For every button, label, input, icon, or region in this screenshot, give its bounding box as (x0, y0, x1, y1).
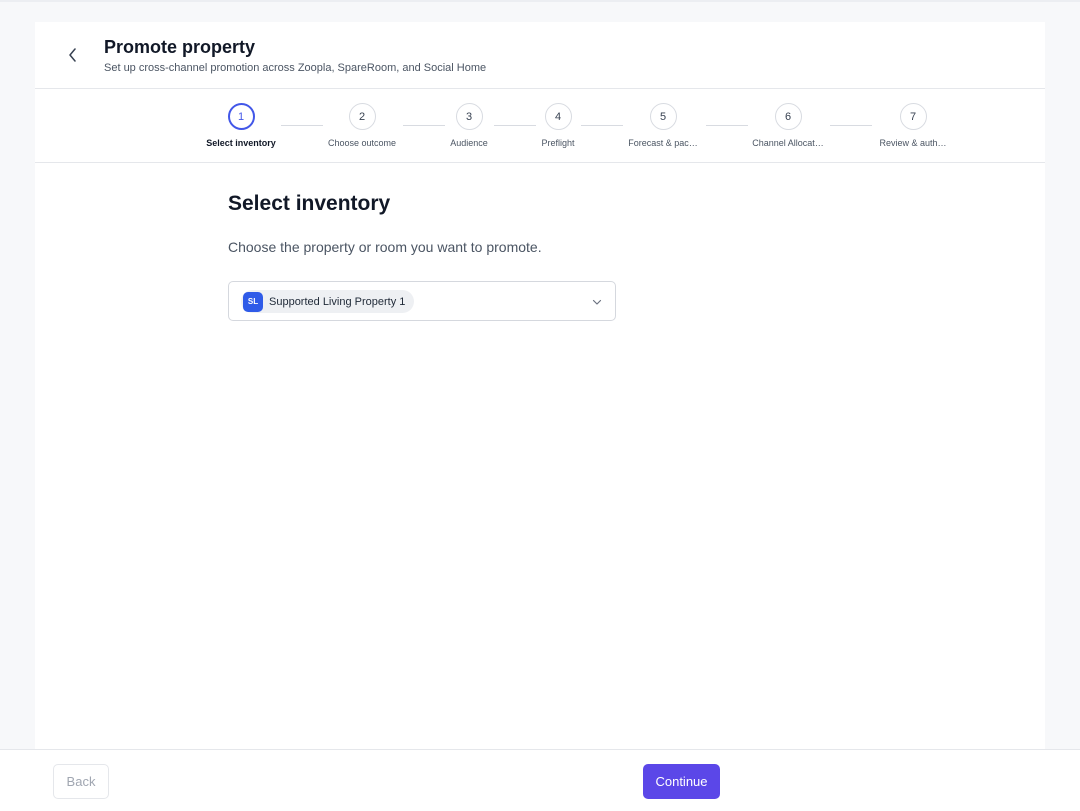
step-preflight[interactable]: 4 Preflight (508, 103, 608, 148)
step-number: 2 (348, 103, 376, 130)
step-audience[interactable]: 3 Audience (419, 103, 519, 148)
step-number: 5 (649, 103, 677, 130)
step-label: Audience (450, 138, 488, 148)
property-avatar: SL (243, 291, 263, 312)
page-subtitle: Set up cross-channel promotion across Zo… (104, 62, 487, 74)
step-number: 7 (899, 103, 927, 130)
step-label: Preflight (541, 138, 575, 148)
selected-property-chip: SL Supported Living Property 1 (241, 290, 415, 313)
section-description: Choose the property or room you want to … (228, 239, 542, 255)
step-label: Channel Allocat… (752, 138, 824, 148)
top-divider (0, 0, 1080, 2)
step-number: 3 (455, 103, 483, 130)
step-choose-outcome[interactable]: 2 Choose outcome (312, 103, 412, 148)
wizard-stepper: 1 Select inventory 2 Choose outcome 3 Au… (35, 89, 1045, 163)
continue-button[interactable]: Continue (643, 764, 720, 799)
step-number: 1 (227, 103, 255, 130)
back-arrow-icon[interactable] (65, 46, 81, 64)
page-header: Promote property Set up cross-channel pr… (35, 22, 1045, 89)
page-title: Promote property (104, 37, 256, 57)
step-content: Select inventory Choose the property or … (228, 192, 628, 321)
section-title: Select inventory (228, 192, 391, 215)
step-channel-allocation[interactable]: 6 Channel Allocat… (738, 103, 838, 148)
step-label: Choose outcome (327, 138, 397, 148)
step-select-inventory[interactable]: 1 Select inventory (191, 103, 291, 148)
selected-property-label: Supported Living Property 1 (269, 295, 406, 308)
wizard-footer: Back Continue (0, 749, 1080, 811)
wizard-card: Promote property Set up cross-channel pr… (35, 22, 1045, 749)
inventory-select[interactable]: SL Supported Living Property 1 (228, 281, 616, 321)
chevron-down-icon[interactable] (591, 296, 603, 308)
step-forecast-pacing[interactable]: 5 Forecast & pac… (613, 103, 713, 148)
step-label: Review & auth… (879, 138, 947, 148)
step-number: 4 (544, 103, 572, 130)
step-review-authorise[interactable]: 7 Review & auth… (863, 103, 963, 148)
back-button[interactable]: Back (53, 764, 109, 799)
step-label: Select inventory (206, 138, 276, 148)
step-label: Forecast & pac… (628, 138, 698, 148)
step-number: 6 (774, 103, 802, 130)
